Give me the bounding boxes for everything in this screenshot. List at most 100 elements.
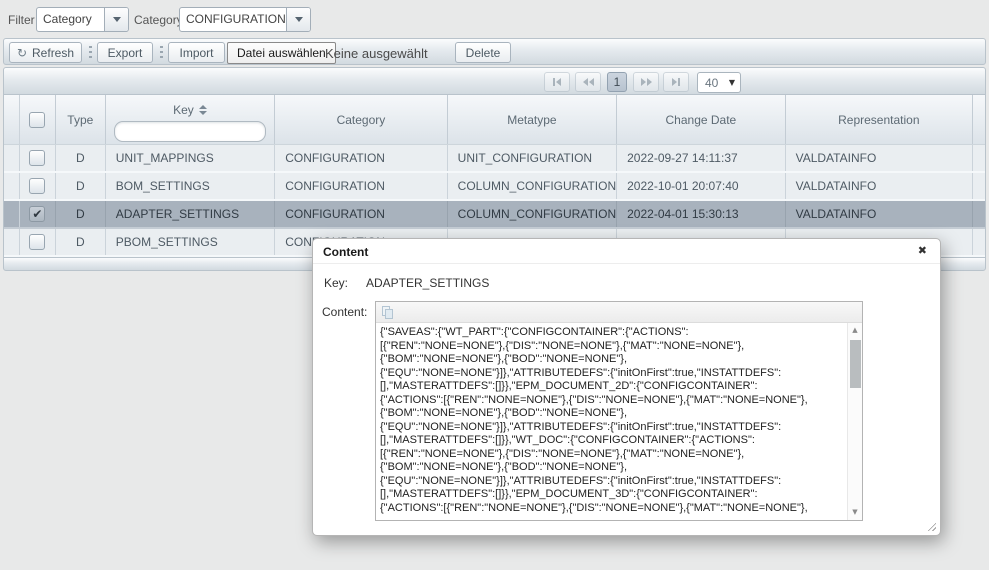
cell-category: CONFIGURATION <box>275 173 447 199</box>
toolbar: ↻ Refresh Export Import Datei auswählen … <box>3 38 986 65</box>
file-choose-button[interactable]: Datei auswählen <box>227 42 336 64</box>
paginator-prev-button[interactable] <box>575 72 601 92</box>
column-header-type: Type <box>56 95 106 144</box>
copy-icon[interactable] <box>382 306 396 320</box>
refresh-button[interactable]: ↻ Refresh <box>9 42 82 63</box>
paginator-next-button[interactable] <box>633 72 659 92</box>
data-table: Type Key Category Metatype Change Date R… <box>3 95 986 257</box>
dialog-title-separator <box>313 263 940 264</box>
filter-dropdown-value: Category <box>37 8 104 31</box>
refresh-button-label: Refresh <box>32 46 74 60</box>
rows-per-page-select[interactable]: 40 ▼ <box>697 72 741 93</box>
export-button[interactable]: Export <box>97 42 153 63</box>
file-status-text: Keine ausgewählt <box>325 46 428 61</box>
cell-change-date: 2022-10-01 20:07:40 <box>617 173 785 199</box>
column-header-change-date: Change Date <box>617 95 785 144</box>
file-choose-button-label: Datei auswählen <box>237 46 326 60</box>
sort-icon[interactable] <box>199 105 207 115</box>
filter-dropdown[interactable]: Category <box>36 7 129 32</box>
paginator-last-button[interactable] <box>663 72 689 92</box>
first-page-icon <box>553 78 555 86</box>
table-row-selected[interactable]: ✔ D ADAPTER_SETTINGS CONFIGURATION COLUM… <box>4 201 985 229</box>
filter-label: Filter <box>8 13 35 27</box>
content-editor-toolbar <box>376 302 862 323</box>
cell-metatype: COLUMN_CONFIGURATION <box>448 201 617 227</box>
category-dropdown-value: CONFIGURATION <box>180 8 286 31</box>
delete-button-label: Delete <box>466 46 501 60</box>
scroll-down-icon[interactable]: ▼ <box>848 506 862 519</box>
header-checkbox-cell <box>19 95 56 144</box>
toolbar-separator <box>89 46 92 59</box>
column-header-metatype: Metatype <box>448 95 617 144</box>
cell-metatype: COLUMN_CONFIGURATION <box>448 173 617 199</box>
content-json-text[interactable]: {"SAVEAS":{"WT_PART":{"CONFIGCONTAINER":… <box>376 323 847 520</box>
export-button-label: Export <box>108 46 143 60</box>
chevron-down-icon <box>113 17 121 22</box>
cell-type: D <box>56 145 106 171</box>
close-icon[interactable]: ✖ <box>918 244 927 257</box>
table-row[interactable]: D UNIT_MAPPINGS CONFIGURATION UNIT_CONFI… <box>4 145 985 173</box>
cell-key: UNIT_MAPPINGS <box>106 145 275 171</box>
current-page-number: 1 <box>614 75 621 89</box>
content-editor: {"SAVEAS":{"WT_PART":{"CONFIGCONTAINER":… <box>375 301 863 521</box>
delete-button[interactable]: Delete <box>455 42 511 63</box>
prev-page-icon <box>583 78 588 86</box>
category-dropdown[interactable]: CONFIGURATION <box>179 7 311 32</box>
paginator: 1 40 ▼ <box>3 67 986 95</box>
dialog-title: Content <box>323 245 368 259</box>
dialog-resize-handle[interactable] <box>925 520 936 531</box>
cell-category: CONFIGURATION <box>275 145 447 171</box>
cell-change-date: 2022-04-01 15:30:13 <box>617 201 785 227</box>
cell-key: PBOM_SETTINGS <box>106 229 275 255</box>
cell-key: BOM_SETTINGS <box>106 173 275 199</box>
cell-type: D <box>56 173 106 199</box>
cell-metatype: UNIT_CONFIGURATION <box>448 145 617 171</box>
row-checkbox[interactable] <box>29 178 45 194</box>
content-scrollbar[interactable]: ▲ ▼ <box>847 323 862 520</box>
filter-bar: Filter Category Category CONFIGURATION <box>0 0 989 36</box>
next-page-icon <box>641 78 646 86</box>
last-page-icon <box>672 78 677 86</box>
column-header-key-label: Key <box>173 103 194 117</box>
check-icon: ✔ <box>32 208 42 220</box>
category-dropdown-button[interactable] <box>286 8 310 31</box>
app-screen: Filter Category Category CONFIGURATION ↻… <box>0 0 989 570</box>
dialog-content-label: Content: <box>322 305 367 319</box>
cell-type: D <box>56 201 106 227</box>
toolbar-separator <box>160 46 163 59</box>
cell-key: ADAPTER_SETTINGS <box>106 201 275 227</box>
header-filler-cell <box>973 95 985 144</box>
paginator-first-button[interactable] <box>544 72 570 92</box>
row-checkbox-checked[interactable]: ✔ <box>29 206 45 222</box>
table-header-row: Type Key Category Metatype Change Date R… <box>4 95 985 145</box>
content-text-area[interactable]: {"SAVEAS":{"WT_PART":{"CONFIGCONTAINER":… <box>376 323 862 520</box>
scroll-up-icon[interactable]: ▲ <box>848 324 862 337</box>
select-all-checkbox[interactable] <box>29 112 45 128</box>
column-header-representation: Representation <box>786 95 973 144</box>
cell-change-date: 2022-09-27 14:11:37 <box>617 145 785 171</box>
row-checkbox[interactable] <box>29 150 45 166</box>
key-filter-input[interactable] <box>114 121 266 142</box>
import-button[interactable]: Import <box>168 42 225 63</box>
column-header-key[interactable]: Key <box>106 95 275 144</box>
cell-representation: VALDATAINFO <box>786 173 973 199</box>
column-header-category: Category <box>275 95 447 144</box>
cell-representation: VALDATAINFO <box>786 145 973 171</box>
row-checkbox[interactable] <box>29 234 45 250</box>
scrollbar-thumb[interactable] <box>850 340 861 388</box>
content-dialog: Content ✖ Key: ADAPTER_SETTINGS Content:… <box>312 238 941 536</box>
filter-dropdown-button[interactable] <box>104 8 128 31</box>
dialog-key-value: ADAPTER_SETTINGS <box>366 276 489 290</box>
dialog-key-label: Key: <box>324 276 348 290</box>
cell-category: CONFIGURATION <box>275 201 447 227</box>
table-row[interactable]: D BOM_SETTINGS CONFIGURATION COLUMN_CONF… <box>4 173 985 201</box>
refresh-icon: ↻ <box>17 47 27 59</box>
import-button-label: Import <box>179 46 213 60</box>
rows-per-page-value: 40 <box>698 76 729 90</box>
chevron-down-icon: ▼ <box>729 78 740 87</box>
category-label: Category <box>134 13 183 27</box>
cell-type: D <box>56 229 106 255</box>
paginator-page-1[interactable]: 1 <box>607 72 627 92</box>
chevron-down-icon <box>295 17 303 22</box>
cell-representation: VALDATAINFO <box>786 201 973 227</box>
